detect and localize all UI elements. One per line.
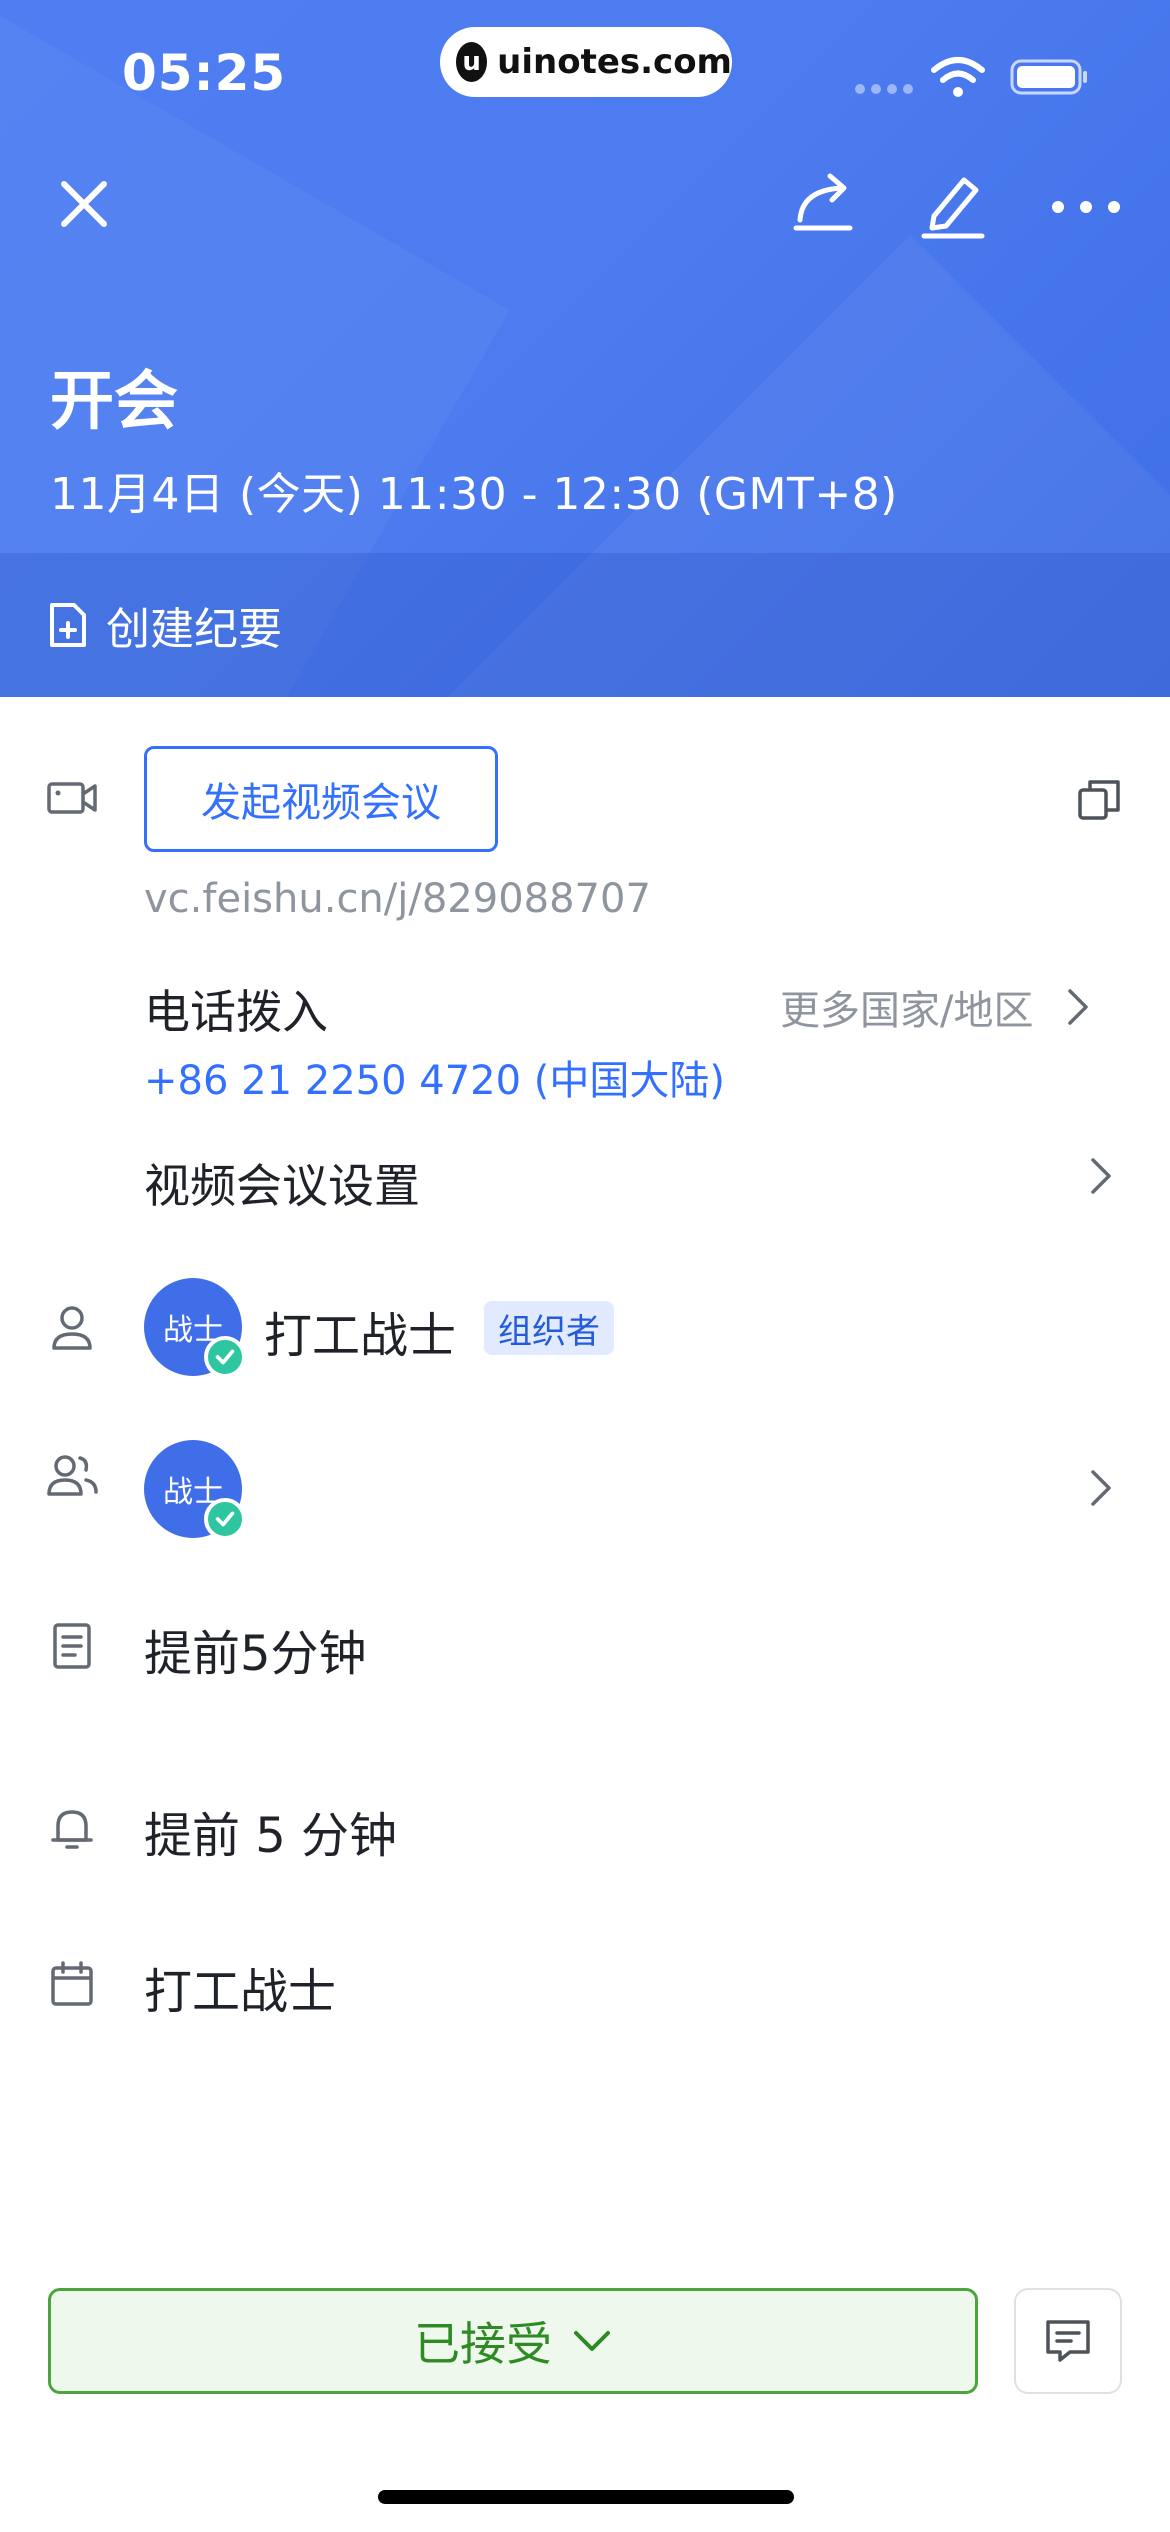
wifi-icon bbox=[931, 57, 985, 97]
watermark-logo-icon: u bbox=[456, 42, 488, 82]
people-icon bbox=[46, 1450, 98, 1502]
bell-icon bbox=[46, 1802, 98, 1854]
status-time: 05:25 bbox=[122, 44, 287, 102]
comment-icon bbox=[1046, 2320, 1090, 2362]
start-video-meeting-button[interactable]: 发起视频会议 bbox=[144, 746, 498, 852]
calendar-name: 打工战士 bbox=[144, 1964, 337, 2020]
calendar-icon bbox=[46, 1958, 98, 2010]
chevron-down-icon bbox=[574, 2331, 610, 2351]
organizer-badge: 组织者 bbox=[484, 1301, 614, 1355]
close-icon[interactable] bbox=[52, 172, 116, 236]
event-time-range: 11月4日 (今天) 11:30 - 12:30 (GMT+8) bbox=[50, 469, 898, 520]
video-camera-icon bbox=[46, 772, 98, 824]
watermark: u uinotes.com bbox=[440, 27, 732, 97]
more-countries-link[interactable]: 更多国家/地区 bbox=[780, 978, 1095, 1036]
edit-icon[interactable] bbox=[918, 170, 988, 240]
chevron-right-icon[interactable] bbox=[1084, 1466, 1118, 1510]
battery-icon bbox=[1010, 59, 1087, 95]
chevron-right-icon[interactable] bbox=[1084, 1154, 1118, 1198]
share-icon[interactable] bbox=[790, 170, 856, 236]
rsvp-label: 已接受 bbox=[414, 2317, 552, 2371]
document-icon bbox=[46, 1620, 98, 1672]
alarm-reminder-text: 提前 5 分钟 bbox=[144, 1808, 398, 1864]
doc-reminder-text: 提前5分钟 bbox=[144, 1626, 367, 1682]
rsvp-status-button[interactable]: 已接受 bbox=[48, 2288, 978, 2394]
cellular-signal-icon bbox=[855, 84, 913, 94]
create-notes-label: 创建纪要 bbox=[106, 604, 282, 655]
attendee-avatar[interactable]: 战士 bbox=[144, 1440, 246, 1540]
more-icon[interactable] bbox=[1050, 190, 1122, 224]
comment-button[interactable] bbox=[1014, 2288, 1122, 2394]
home-indicator[interactable] bbox=[378, 2490, 794, 2504]
dial-in-label: 电话拨入 bbox=[144, 985, 328, 1039]
event-title: 开会 bbox=[50, 365, 178, 439]
video-meeting-settings[interactable]: 视频会议设置 bbox=[144, 1150, 420, 1216]
organizer-name: 打工战士 bbox=[264, 1308, 457, 1364]
meeting-link[interactable]: vc.feishu.cn/j/829088707 bbox=[144, 876, 651, 922]
watermark-text: uinotes.com bbox=[497, 42, 732, 82]
person-icon bbox=[46, 1302, 98, 1354]
add-document-icon bbox=[50, 603, 86, 647]
chevron-right-icon bbox=[1068, 989, 1089, 1025]
more-countries-label: 更多国家/地区 bbox=[780, 988, 1034, 1034]
event-header: 05:25 u uinotes.com 开会 11月4日 (今天) 11:30 … bbox=[0, 0, 1170, 697]
create-notes-button[interactable]: 创建纪要 bbox=[0, 553, 1170, 697]
copy-icon[interactable] bbox=[1076, 776, 1122, 822]
check-icon bbox=[204, 1336, 246, 1378]
organizer-avatar[interactable]: 战士 bbox=[144, 1278, 246, 1378]
dial-in-phone-number[interactable]: +86 21 2250 4720 (中国大陆) bbox=[144, 1048, 725, 1106]
check-icon bbox=[204, 1498, 246, 1540]
